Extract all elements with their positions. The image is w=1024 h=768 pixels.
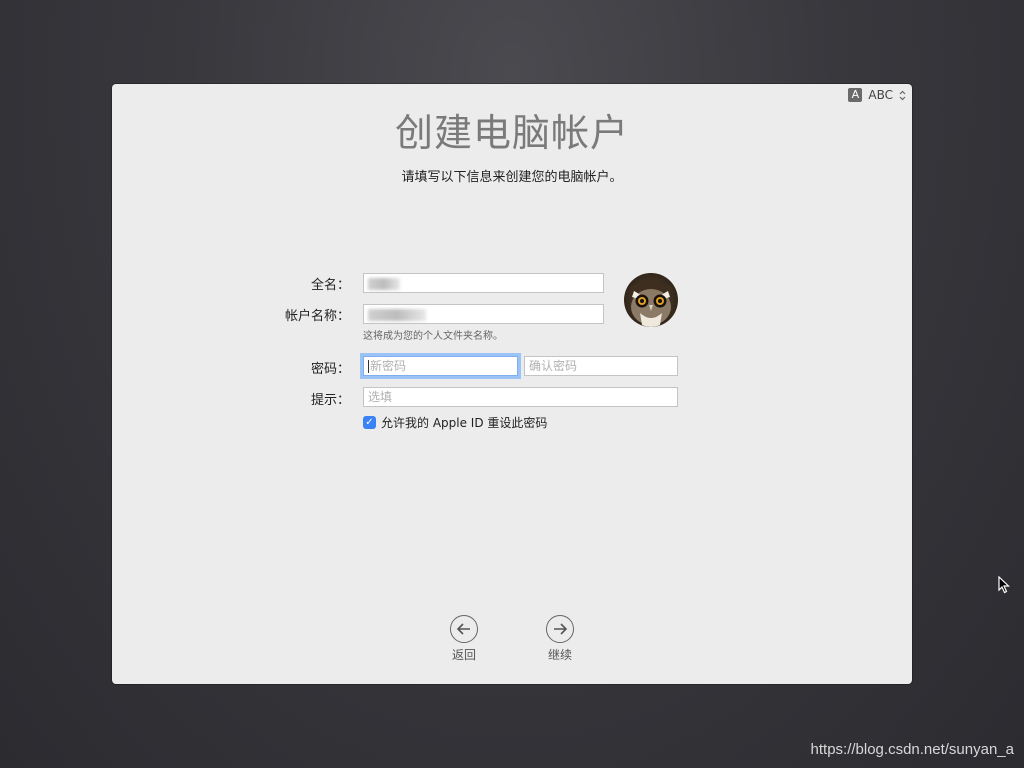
input-source-label: ABC	[868, 88, 893, 102]
input-source-icon: A	[848, 88, 863, 102]
full-name-field[interactable]	[363, 273, 604, 293]
redacted-value	[368, 308, 426, 321]
apple-id-reset-option[interactable]: ✓ 允许我的 Apple ID 重设此密码	[363, 414, 547, 431]
text-caret	[368, 360, 369, 373]
verify-password-placeholder: 确认密码	[529, 359, 578, 373]
apple-id-reset-checkbox[interactable]: ✓	[363, 416, 376, 429]
account-name-field[interactable]	[363, 304, 604, 324]
password-hint-placeholder: 选填	[368, 390, 393, 404]
account-name-hint: 这将成为您的个人文件夹名称。	[363, 331, 503, 342]
continue-label: 继续	[547, 648, 572, 662]
chevron-updown-icon	[899, 90, 906, 101]
arrow-left-icon	[450, 615, 478, 643]
page-title: 创建电脑帐户	[394, 111, 629, 155]
password-label: 密码：	[310, 362, 350, 377]
full-name-label: 全名：	[310, 278, 350, 293]
continue-button[interactable]: 继续	[530, 615, 590, 663]
hint-label: 提示：	[310, 393, 350, 408]
new-password-placeholder: 新密码	[370, 359, 407, 373]
account-name-label: 帐户名称：	[284, 309, 350, 324]
owl-picture	[624, 273, 678, 327]
back-label: 返回	[451, 648, 476, 662]
user-avatar[interactable]	[624, 273, 678, 327]
page-subtitle: 请填写以下信息来创建您的电脑帐户。	[401, 170, 623, 185]
watermark-text: https://blog.csdn.net/sunyan_a	[810, 741, 1014, 758]
back-button[interactable]: 返回	[434, 615, 494, 663]
new-password-input[interactable]: 新密码	[363, 356, 518, 376]
arrow-right-icon	[546, 615, 574, 643]
verify-password-input[interactable]: 确认密码	[524, 356, 678, 376]
apple-id-reset-label: 允许我的 Apple ID 重设此密码	[381, 416, 548, 430]
redacted-value	[368, 277, 400, 290]
setup-window: A ABC 创建电脑帐户 请填写以下信息来创建您的电脑帐户。 全名： 帐户名称：…	[112, 84, 912, 684]
input-source-menu[interactable]: A ABC	[848, 88, 906, 102]
password-hint-input[interactable]: 选填	[363, 387, 678, 407]
mouse-pointer-icon	[998, 575, 1011, 598]
